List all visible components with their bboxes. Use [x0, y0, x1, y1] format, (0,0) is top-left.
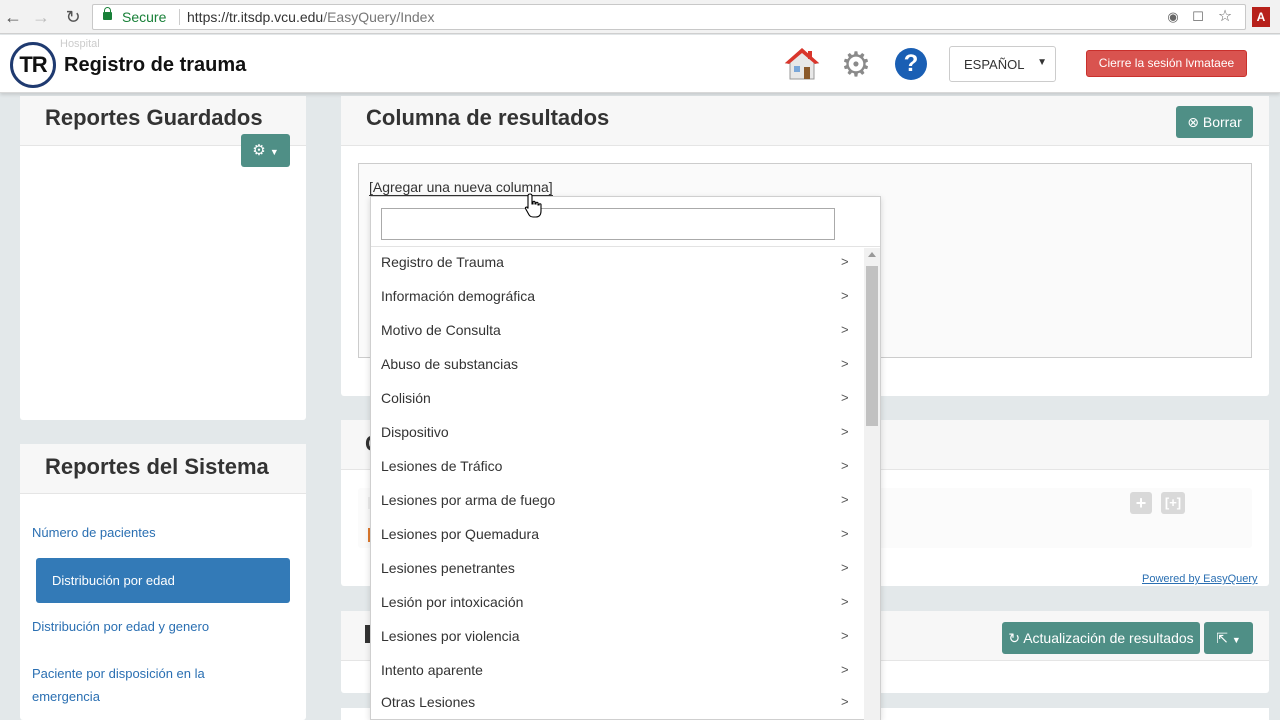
star-icon[interactable]: ☆	[1217, 9, 1233, 25]
add-condition-icon[interactable]: +	[1130, 492, 1152, 514]
chevron-right-icon: >	[841, 322, 849, 337]
dropdown-item[interactable]: Lesión por intoxicación >	[371, 586, 863, 620]
clear-button[interactable]: ⊗ Borrar	[1176, 106, 1253, 138]
logo[interactable]: TR	[10, 42, 56, 88]
dropdown-item[interactable]: Lesiones por Quemadura >	[371, 518, 863, 552]
dropdown-item-label: Intento aparente	[381, 662, 483, 678]
logo-ghost-text: Hospital	[60, 38, 100, 50]
dropdown-item-label: Otras Lesiones	[381, 694, 476, 710]
scroll-up-arrow-icon[interactable]	[868, 252, 876, 257]
browser-toolbar: ← → ↻ Secure https://tr.itsdp.vcu.edu/Ea…	[0, 0, 1280, 34]
dropdown-item-label: Lesiones por Quemadura	[381, 526, 539, 542]
powered-by-link[interactable]: Powered by EasyQuery	[1142, 573, 1258, 585]
dropdown-item-label: Lesiones de Tráfico	[381, 458, 503, 474]
chevron-right-icon: >	[841, 560, 849, 575]
saved-reports-title: Reportes Guardados	[45, 105, 263, 130]
gear-icon: ⚙	[252, 142, 266, 159]
caret-down-icon: ▼	[1037, 57, 1047, 68]
url-domain: https://tr.itsdp.vcu.edu	[187, 9, 324, 25]
dropdown-item[interactable]: Registro de Trauma >	[371, 246, 863, 280]
help-icon[interactable]: ?	[895, 48, 927, 80]
chevron-right-icon: >	[841, 288, 849, 303]
system-report-item[interactable]: Número de pacientes	[16, 521, 270, 544]
dropdown-item[interactable]: Motivo de Consulta >	[371, 314, 863, 348]
forward-arrow-icon[interactable]: →	[30, 6, 52, 28]
chevron-right-icon: >	[841, 628, 849, 643]
dropdown-item-label: Dispositivo	[381, 424, 449, 440]
app-title: Registro de trauma	[64, 54, 247, 76]
language-value: ESPAÑOL	[964, 57, 1025, 72]
add-group-icon[interactable]: [+]	[1161, 492, 1185, 514]
system-report-item-continued[interactable]: emergencia	[16, 685, 270, 708]
refresh-results-button[interactable]: ↻ Actualización de resultados	[1002, 622, 1200, 654]
chevron-right-icon: >	[841, 254, 849, 269]
dropdown-item[interactable]: Lesiones por arma de fuego >	[371, 484, 863, 518]
dropdown-item[interactable]: Colisión >	[371, 382, 863, 416]
dropdown-item[interactable]: Información demográfica >	[371, 280, 863, 314]
chevron-right-icon: >	[841, 594, 849, 609]
system-report-item[interactable]: Distribución por edad y genero	[16, 615, 270, 638]
chevron-right-icon: >	[841, 458, 849, 473]
dropdown-scrollbar-thumb[interactable]	[866, 266, 878, 426]
dropdown-item-label: Lesiones penetrantes	[381, 560, 515, 576]
dropdown-item-label: Abuso de substancias	[381, 356, 518, 372]
clear-icon: ⊗	[1187, 114, 1199, 130]
logout-button[interactable]: Cierre la sesión lvmataee	[1086, 50, 1247, 77]
back-arrow-icon[interactable]: ←	[2, 6, 24, 28]
address-separator	[179, 9, 180, 25]
chevron-right-icon: >	[841, 390, 849, 405]
dropdown-item[interactable]: Otras Lesiones >	[371, 686, 863, 720]
dropdown-item-label: Colisión	[381, 390, 431, 406]
dropdown-item[interactable]: Intento aparente >	[371, 654, 863, 688]
chevron-right-icon: >	[841, 492, 849, 507]
chevron-right-icon: >	[841, 662, 849, 677]
dropdown-item[interactable]: Dispositivo >	[371, 416, 863, 450]
dropdown-item[interactable]: Abuso de substancias >	[371, 348, 863, 382]
system-report-item[interactable]: Paciente por disposición en la	[16, 662, 270, 685]
dropdown-item-label: Lesiones por violencia	[381, 628, 520, 644]
dropdown-item-label: Registro de Trauma	[381, 254, 504, 270]
dropdown-item-label: Información demográfica	[381, 288, 536, 304]
dropdown-item-label: Motivo de Consulta	[381, 322, 501, 338]
dropdown-item[interactable]: Lesiones por violencia >	[371, 620, 863, 654]
caret-down-icon: ▼	[1231, 635, 1241, 645]
blocked-icon[interactable]: ◉	[1165, 9, 1181, 25]
url-text: https://tr.itsdp.vcu.edu/EasyQuery/Index	[187, 9, 434, 25]
settings-gear-icon[interactable]: ⚙	[838, 47, 874, 83]
dropdown-item[interactable]: Lesiones penetrantes >	[371, 552, 863, 586]
dropdown-search-input[interactable]	[381, 208, 835, 240]
dropdown-item-label: Lesiones por arma de fuego	[381, 492, 556, 508]
results-column-title: Columna de resultados	[366, 105, 610, 130]
refresh-icon: ↻	[1008, 630, 1021, 646]
clear-label: Borrar	[1202, 114, 1242, 130]
translate-icon[interactable]: ☐	[1190, 9, 1206, 25]
chevron-right-icon: >	[841, 526, 849, 541]
saved-reports-gear-button[interactable]: ⚙ ▼	[241, 134, 290, 167]
refresh-label: Actualización de resultados	[1023, 630, 1194, 646]
system-report-item-active[interactable]: Distribución por edad	[36, 558, 290, 603]
language-select[interactable]: ESPAÑOL ▼	[949, 46, 1056, 82]
chevron-right-icon: >	[841, 356, 849, 371]
caret-down-icon: ▼	[269, 147, 279, 157]
lock-icon	[103, 7, 112, 20]
pdf-extension-icon[interactable]: A	[1252, 7, 1270, 27]
chevron-right-icon: >	[841, 424, 849, 439]
dropdown-item[interactable]: Lesiones de Tráfico >	[371, 450, 863, 484]
chevron-right-icon: >	[841, 694, 849, 709]
app-header: TR Hospital Registro de trauma ⚙ ? ESPAÑ…	[0, 35, 1280, 93]
export-icon: ⇱	[1216, 630, 1228, 646]
export-button[interactable]: ⇱ ▼	[1204, 622, 1253, 654]
reload-icon[interactable]: ↻	[62, 6, 84, 28]
hand-cursor-icon	[524, 193, 544, 221]
address-bar[interactable]: Secure https://tr.itsdp.vcu.edu/EasyQuer…	[92, 4, 1246, 30]
home-icon[interactable]	[784, 47, 820, 81]
url-path: /EasyQuery/Index	[323, 9, 435, 25]
system-reports-title: Reportes del Sistema	[45, 454, 269, 479]
secure-label: Secure	[122, 9, 167, 25]
dropdown-item-label: Lesión por intoxicación	[381, 594, 524, 610]
